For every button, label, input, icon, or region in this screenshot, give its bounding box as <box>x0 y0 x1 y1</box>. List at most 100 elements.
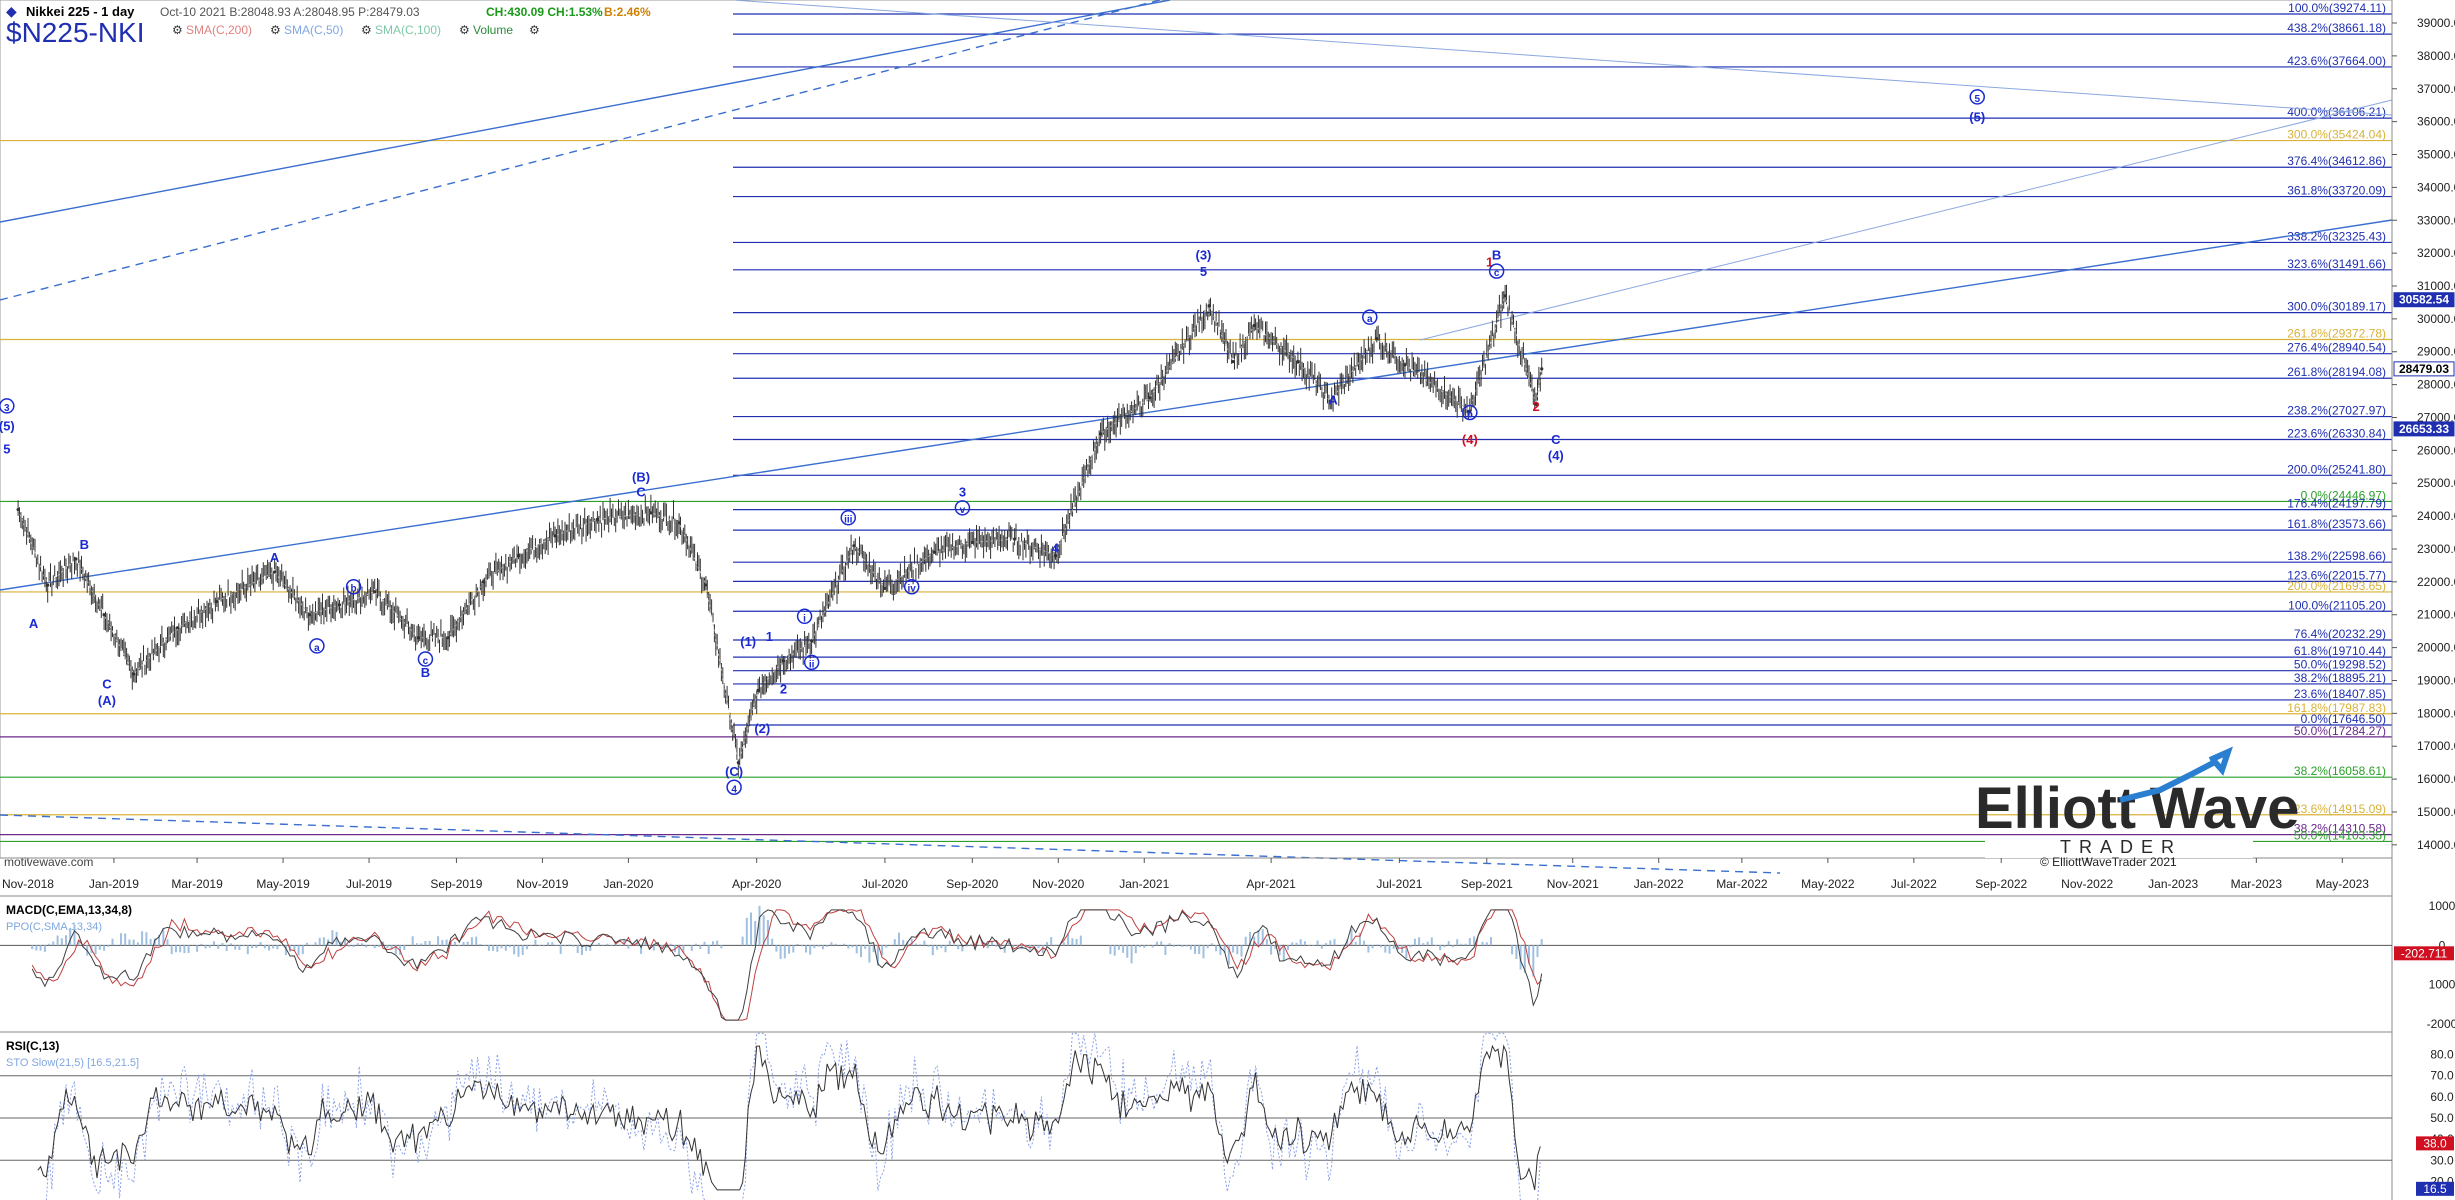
price-point <box>756 688 760 692</box>
price-tag-label: 26653.33 <box>2399 422 2449 436</box>
fib-label: 423.6%(37664.00) <box>2287 54 2386 68</box>
indicator-label[interactable]: Volume <box>473 23 513 37</box>
sto-title: STO Slow(21,5) [16.5,21.5] <box>6 1057 139 1069</box>
percent-readout: B:2.46% <box>604 5 651 19</box>
indicator-label[interactable]: SMA(C,200) <box>186 23 252 37</box>
wave-label: 4 <box>1052 540 1060 555</box>
sto-value-label: 16.5 <box>2423 1182 2447 1196</box>
wave-label: a <box>314 643 320 654</box>
axis-tick-label: 14000.00 <box>2417 838 2455 852</box>
wave-label: 1 <box>766 629 773 644</box>
fib-label: 200.0%(25241.80) <box>2287 462 2386 476</box>
wave-label: 5 <box>1974 94 1980 105</box>
price-point <box>1403 363 1407 367</box>
rsi-tick-label: 60.0 <box>2430 1090 2454 1104</box>
wave-label: (B) <box>632 470 650 485</box>
gear-icon[interactable]: ⚙ <box>270 23 281 37</box>
axis-tick-label: 19000.00 <box>2417 673 2455 687</box>
fib-label: 223.6%(26330.84) <box>2287 426 2386 440</box>
axis-tick-label: 30000.00 <box>2417 312 2455 326</box>
price-point <box>852 544 856 548</box>
time-tick-label: Mar-2023 <box>2231 877 2283 891</box>
price-point <box>416 636 420 640</box>
time-tick-label: Jan-2020 <box>603 877 653 891</box>
price-point <box>373 590 377 594</box>
symbol-label: $N225-NKI <box>6 17 145 48</box>
time-tick-label: Jan-2022 <box>1634 877 1684 891</box>
time-tick-label: Jul-2020 <box>862 877 908 891</box>
time-tick-label: Nov-2019 <box>516 877 568 891</box>
fib-label: 100.0%(39274.11) <box>2288 1 2386 15</box>
gear-icon[interactable]: ⚙ <box>459 23 470 37</box>
price-panel[interactable] <box>0 0 2393 859</box>
wave-label: a <box>1367 314 1373 325</box>
price-point <box>883 586 887 591</box>
price-point <box>810 639 814 643</box>
price-point <box>1231 360 1235 364</box>
axis-tick-label: 15000.00 <box>2417 805 2455 819</box>
price-point <box>132 672 136 676</box>
time-tick-label: Nov-2021 <box>1547 877 1599 891</box>
price-point <box>175 626 179 630</box>
time-tick-label: Nov-2018 <box>2 877 54 891</box>
gear-icon[interactable]: ⚙ <box>172 23 183 37</box>
gear-icon[interactable]: ⚙ <box>361 23 372 37</box>
fib-label: 138.2%(22598.66) <box>2287 549 2386 563</box>
axis-tick-label: 37000.00 <box>2417 82 2455 96</box>
rsi-tick-label: 50.0 <box>2430 1111 2454 1125</box>
fib-label: 276.4%(28940.54) <box>2287 341 2386 355</box>
price-point <box>704 583 708 587</box>
price-point <box>446 636 450 640</box>
wave-label: B <box>80 537 89 552</box>
indicator-label[interactable]: SMA(C,50) <box>284 23 343 37</box>
price-tag-label: 28479.03 <box>2399 362 2449 376</box>
time-tick-label: Sep-2020 <box>946 877 998 891</box>
fib-label: 300.0%(30189.17) <box>2287 300 2386 314</box>
macd-tick-label: 1000 <box>2429 899 2455 913</box>
time-tick-label: May-2023 <box>2316 877 2370 891</box>
fib-label: 323.6%(31491.66) <box>2287 257 2386 271</box>
time-tick-label: Sep-2019 <box>430 877 482 891</box>
wave-label: C <box>1551 432 1561 447</box>
rsi-tick-label: 30.0 <box>2430 1153 2454 1167</box>
price-point <box>932 550 936 554</box>
price-point <box>1540 367 1544 371</box>
rsi-value-label: 38.0 <box>2423 1136 2447 1150</box>
logo-word-elliott: Elliott <box>1975 776 2136 841</box>
wave-label: C <box>102 677 112 692</box>
price-point <box>677 521 681 525</box>
wave-label: b <box>350 584 356 595</box>
time-tick-label: Nov-2022 <box>2061 877 2113 891</box>
fib-label: 261.8%(29372.78) <box>2287 326 2386 340</box>
gear-icon[interactable]: ⚙ <box>529 23 540 37</box>
axis-tick-label: 16000.00 <box>2417 772 2455 786</box>
fib-label: 361.8%(33720.09) <box>2287 184 2386 198</box>
wave-label: A <box>29 616 39 631</box>
price-point <box>16 507 20 512</box>
time-tick-label: Sep-2022 <box>1975 877 2027 891</box>
price-point <box>337 603 342 607</box>
indicator-label[interactable]: SMA(C,100) <box>375 23 441 37</box>
rsi-tick-label: 70.0 <box>2430 1069 2454 1083</box>
logo-trader: TRADER <box>2060 837 2182 857</box>
macd-tick-label: -2000 <box>2427 1017 2455 1031</box>
price-point <box>1148 396 1152 400</box>
wave-label: (2) <box>754 721 770 736</box>
axis-tick-label: 18000.00 <box>2417 706 2455 720</box>
rsi-tick-label: 80.0 <box>2430 1048 2454 1062</box>
wave-label: (4) <box>1548 448 1564 463</box>
chart-canvas[interactable]: 100.0%(39274.11) 438.2%(38661.18) 423.6%(3… <box>0 0 2455 1200</box>
axis-tick-label: 39000.00 <box>2417 16 2455 30</box>
price-tag-label: 30582.54 <box>2399 293 2449 307</box>
time-tick-label: Nov-2020 <box>1032 877 1084 891</box>
time-tick-label: Mar-2019 <box>171 877 223 891</box>
price-point <box>516 553 521 558</box>
axis-tick-label: 17000.00 <box>2417 739 2455 753</box>
price-point <box>1207 304 1211 308</box>
fib-label: 161.8%(23573.66) <box>2287 517 2386 531</box>
watermark: motivewave.com <box>4 855 93 869</box>
fib-label: 50.0%(14103.35) <box>2294 828 2386 842</box>
price-point <box>46 583 50 587</box>
price-point <box>308 613 312 617</box>
wave-label: B <box>421 665 430 680</box>
